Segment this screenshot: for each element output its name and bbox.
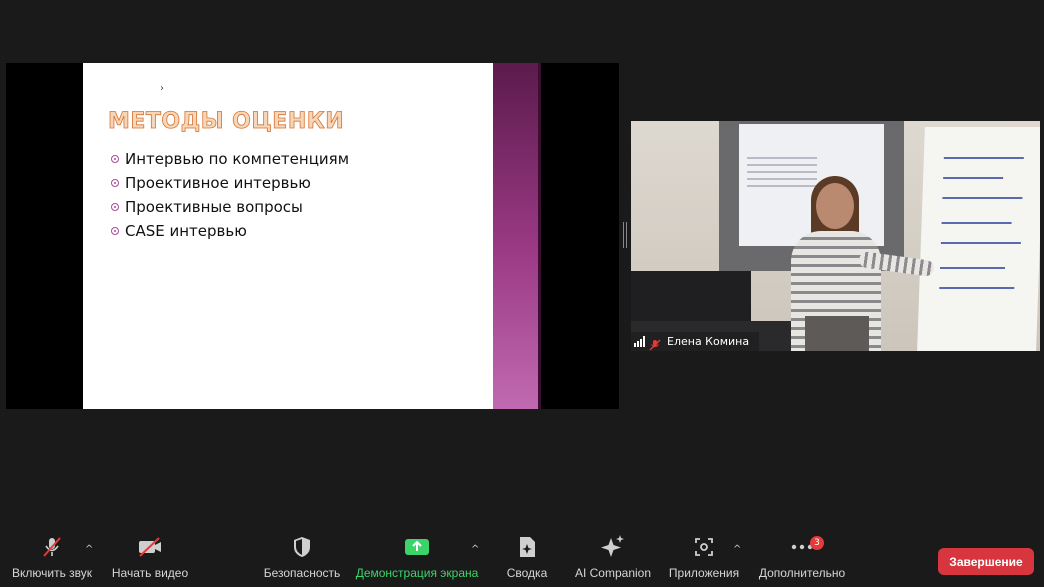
slide-bullet-list: Интервью по компетенциям Проективное инт… — [111, 147, 349, 243]
more-button[interactable]: 3 Дополнительно — [756, 532, 848, 587]
apps-options-caret-icon[interactable]: ^ — [733, 544, 741, 555]
participant-name: Елена Комина — [667, 335, 750, 348]
share-options-caret-icon[interactable]: ^ — [471, 544, 479, 555]
security-button[interactable]: Безопасность — [262, 532, 342, 587]
unmute-button[interactable]: Включить звук — [8, 532, 96, 587]
slide-decorative-bar — [493, 63, 541, 409]
apps-button[interactable]: Приложения — [666, 532, 742, 587]
ai-companion-button[interactable]: AI Companion — [572, 532, 654, 587]
camera-off-icon — [137, 532, 163, 562]
bullet-icon — [111, 203, 119, 211]
document-sparkle-icon — [516, 532, 538, 562]
bullet-icon — [111, 155, 119, 163]
layout-splitter-handle[interactable] — [623, 222, 627, 248]
slide-title: МЕТОДЫ ОЦЕНКИ — [108, 109, 345, 135]
audio-options-caret-icon[interactable]: ^ — [85, 544, 93, 555]
summary-button[interactable]: Сводка — [500, 532, 554, 587]
bullet-icon — [111, 227, 119, 235]
slide-bullet: CASE интервью — [111, 219, 349, 243]
participant-video[interactable] — [631, 121, 1040, 351]
start-video-button[interactable]: Начать видео — [108, 532, 192, 587]
presentation-slide: › МЕТОДЫ ОЦЕНКИ Интервью по компетенциям… — [83, 63, 493, 409]
slide-bullet: Интервью по компетенциям — [111, 147, 349, 171]
share-screen-icon — [404, 532, 430, 562]
more-dots-icon: 3 — [790, 532, 824, 562]
shield-icon — [291, 532, 313, 562]
bullet-icon — [111, 179, 119, 187]
mic-muted-icon — [649, 336, 661, 350]
slide-bullet: Проективное интервью — [111, 171, 349, 195]
mouse-cursor: › — [160, 83, 164, 94]
participant-name-tag: Елена Комина — [631, 332, 759, 351]
signal-strength-icon — [634, 336, 645, 347]
apps-icon — [693, 532, 715, 562]
end-meeting-button[interactable]: Завершение — [938, 548, 1034, 575]
sparkle-icon — [600, 532, 626, 562]
notification-badge: 3 — [810, 536, 824, 550]
slide-bullet: Проективные вопросы — [111, 195, 349, 219]
share-screen-button[interactable]: Демонстрация экрана — [354, 532, 480, 587]
meeting-toolbar: Включить звук ^ Начать видео Безопасност… — [0, 532, 1044, 587]
shared-screen: › МЕТОДЫ ОЦЕНКИ Интервью по компетенциям… — [6, 63, 619, 409]
flipchart — [917, 127, 1040, 351]
mic-muted-icon — [40, 532, 64, 562]
